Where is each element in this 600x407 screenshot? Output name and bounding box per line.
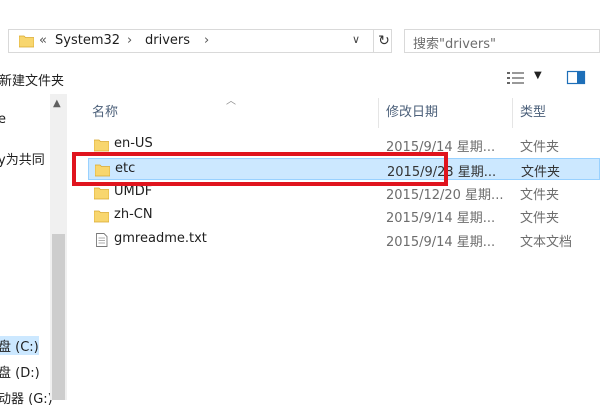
address-bar[interactable]: « System32 › drivers › ∨ ↻ [8, 29, 392, 53]
scroll-up-icon[interactable]: ▲ [53, 98, 61, 109]
column-divider[interactable] [512, 98, 513, 128]
view-dropdown-icon[interactable]: ▼ [534, 70, 542, 81]
file-name: UMDF [114, 184, 153, 199]
file-type: 文件夹 [520, 140, 560, 155]
file-name: zh-CN [114, 207, 153, 222]
overflow-chevron-icon[interactable]: « [39, 33, 47, 48]
nav-item-drive-g[interactable]: 动器 (G:) [0, 388, 53, 407]
nav-item[interactable]: y为共同 [0, 149, 45, 168]
preview-pane-icon[interactable] [566, 68, 586, 86]
breadcrumb-drivers[interactable]: drivers [145, 33, 190, 48]
file-name: gmreadme.txt [114, 231, 207, 246]
command-bar: 新建文件夹 ▼ [0, 64, 600, 94]
file-type: 文件夹 [520, 211, 560, 226]
column-header-date[interactable]: 修改日期 [386, 98, 438, 128]
file-date: 2015/12/20 星期... [386, 188, 504, 203]
file-type: 文件夹 [520, 188, 560, 203]
address-row: « System32 › drivers › ∨ ↻ 搜索"drivers" [0, 0, 600, 64]
new-folder-button[interactable]: 新建文件夹 [0, 70, 64, 89]
column-divider[interactable] [378, 98, 379, 128]
nav-item-drive-c[interactable]: 盘 (C:) [0, 336, 39, 355]
nav-item[interactable]: e [0, 112, 6, 127]
file-type: 文件夹 [521, 165, 561, 180]
folder-icon [19, 35, 34, 48]
column-header-type[interactable]: 类型 [520, 98, 546, 128]
search-input[interactable]: 搜索"drivers" [404, 29, 600, 53]
text-file-icon [96, 233, 108, 247]
file-date: 2015/9/14 星期... [386, 235, 496, 250]
folder-icon [94, 210, 109, 223]
file-name: en-US [114, 136, 153, 151]
folder-icon [94, 187, 109, 200]
breadcrumb-separator[interactable]: › [204, 33, 209, 48]
nav-item-drive-d[interactable]: 盘 (D:) [0, 362, 40, 381]
highlight-annotation [72, 152, 448, 186]
breadcrumb-separator[interactable]: › [127, 33, 132, 48]
file-type: 文本文档 [520, 235, 573, 250]
scroll-thumb[interactable] [52, 234, 65, 400]
column-header-name[interactable]: 名称 [92, 98, 118, 128]
file-date: 2015/9/14 星期... [386, 211, 496, 226]
refresh-icon[interactable]: ↻ [373, 30, 394, 52]
file-row-gmreadme[interactable]: gmreadme.txt 2015/9/14 星期... 文本文档 [88, 229, 600, 251]
address-dropdown-icon[interactable]: ∨ [352, 33, 360, 46]
folder-icon [94, 139, 109, 152]
details-view-icon[interactable] [506, 69, 526, 87]
file-row-zh-cn[interactable]: zh-CN 2015/9/14 星期... 文件夹 [88, 205, 600, 227]
breadcrumb-system32[interactable]: System32 [55, 33, 120, 48]
sort-ascending-icon: ︿ [226, 96, 236, 107]
search-placeholder: 搜索"drivers" [413, 37, 496, 52]
nav-scrollbar[interactable]: ▲ [50, 94, 67, 400]
